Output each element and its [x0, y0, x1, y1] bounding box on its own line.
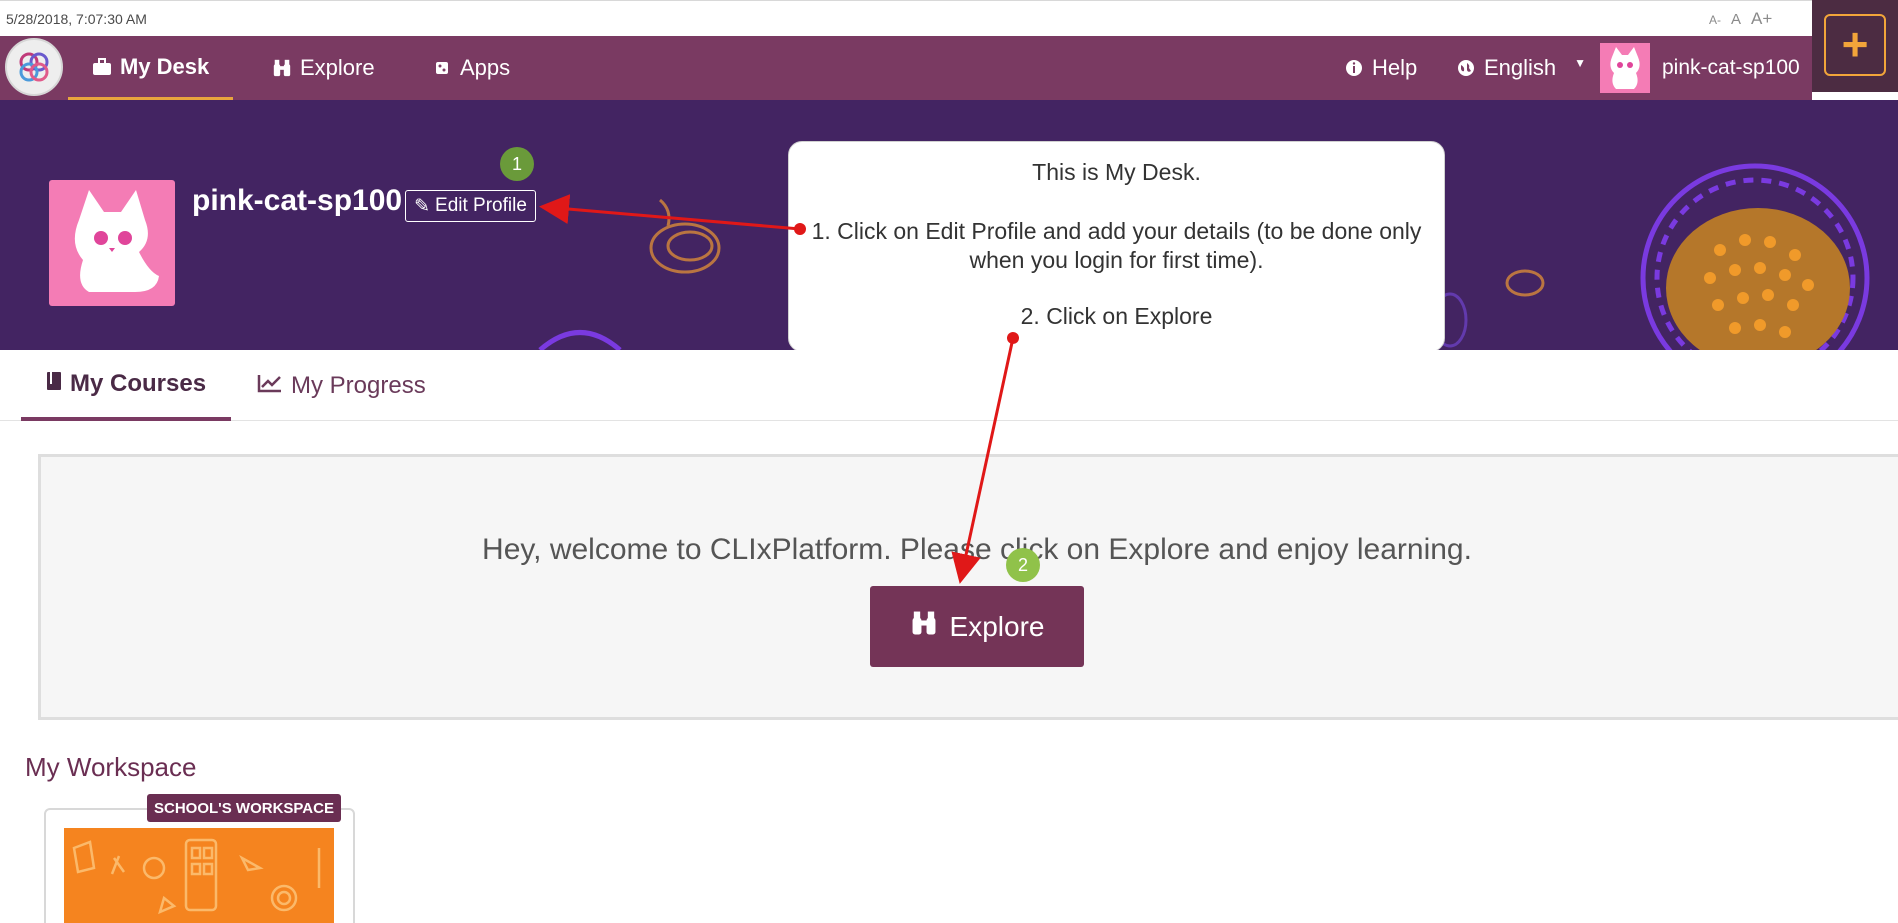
explore-button-label: Explore: [949, 610, 1045, 642]
step-marker-1: 1: [500, 147, 534, 181]
tutorial-callout: This is My Desk. 1. Click on Edit Profil…: [788, 141, 1445, 352]
nav-help[interactable]: Help: [1344, 36, 1417, 100]
logo-icon: [19, 52, 49, 82]
callout-line-3: 2. Click on Explore: [1020, 303, 1213, 329]
nav-my-desk[interactable]: My Desk: [68, 36, 234, 100]
tab-my-courses-label: My Courses: [70, 369, 207, 397]
timestamp: 5/28/2018, 7:07:30 AM: [6, 11, 147, 27]
binoculars-icon: [272, 58, 292, 78]
user-avatar[interactable]: [1600, 43, 1650, 93]
step-marker-2: 2: [1006, 548, 1040, 582]
font-normal-button[interactable]: A: [1731, 11, 1741, 28]
cat-avatar-icon: [74, 190, 159, 292]
clix-logo[interactable]: [5, 38, 63, 96]
edit-profile-label: Edit Profile: [435, 195, 527, 216]
profile-avatar[interactable]: [49, 180, 175, 306]
callout-line-1: This is My Desk.: [1032, 159, 1201, 185]
nav-explore-label: Explore: [300, 55, 375, 80]
welcome-message: Hey, welcome to CLIxPlatform. Please cli…: [482, 533, 1472, 566]
language-dropdown[interactable]: English ▼: [1456, 36, 1586, 100]
tab-my-progress-label: My Progress: [291, 371, 426, 399]
font-increase-button[interactable]: A+: [1751, 9, 1772, 29]
nav-apps-label: Apps: [460, 55, 511, 80]
page: 5/28/2018, 7:07:30 AM A- A A+ My Desk Ex…: [0, 0, 1898, 923]
workspace-title: My Workspace: [25, 752, 197, 782]
font-size-controls: A- A A+: [1709, 9, 1772, 29]
globe-icon: [1456, 58, 1476, 78]
apps-icon: [432, 58, 452, 78]
edit-profile-button[interactable]: ✎ Edit Profile: [405, 190, 536, 222]
workspace-thumbnail[interactable]: [64, 828, 334, 923]
nav-apps[interactable]: Apps: [432, 36, 510, 100]
binoculars-icon: [910, 610, 938, 643]
explore-button[interactable]: Explore: [870, 586, 1084, 667]
briefcase-icon: [92, 57, 112, 77]
caret-down-icon: ▼: [1574, 56, 1587, 70]
tab-my-courses[interactable]: My Courses: [21, 350, 232, 421]
cat-avatar-icon: [1610, 47, 1640, 89]
tab-my-progress[interactable]: My Progress: [232, 350, 451, 421]
nav-help-label: Help: [1372, 55, 1418, 80]
workspace-illustration: [72, 838, 321, 915]
nav-username: pink-cat-sp100: [1662, 56, 1800, 79]
nav-my-desk-label: My Desk: [120, 53, 210, 79]
add-button[interactable]: +: [1824, 14, 1886, 76]
line-chart-icon: [257, 372, 283, 400]
callout-line-2: 1. Click on Edit Profile and add your de…: [811, 218, 1422, 273]
book-icon: [46, 370, 62, 398]
user-menu[interactable]: pink-cat-sp100: [1662, 36, 1800, 100]
profile-name: pink-cat-sp100: [192, 184, 403, 217]
top-strip: 5/28/2018, 7:07:30 AM A- A A+: [0, 0, 1898, 36]
nav-explore[interactable]: Explore: [272, 36, 375, 100]
font-decrease-button[interactable]: A-: [1709, 13, 1721, 27]
pencil-icon: ✎: [414, 195, 431, 217]
info-icon: [1344, 58, 1364, 78]
workspace-badge: SCHOOL'S WORKSPACE: [147, 794, 341, 822]
language-label: English: [1484, 55, 1557, 80]
